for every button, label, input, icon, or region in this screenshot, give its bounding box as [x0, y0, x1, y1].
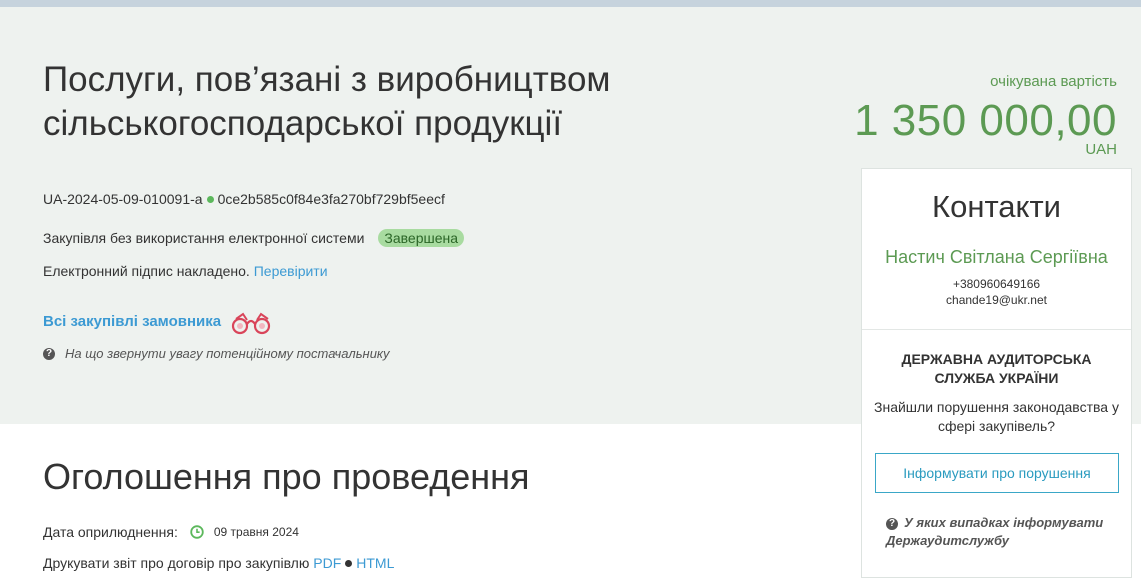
all-purchases-link[interactable]: Всі закупівлі замовника	[43, 313, 221, 330]
binoculars-icon[interactable]	[230, 311, 274, 335]
verify-signature-link[interactable]: Перевірити	[254, 263, 328, 279]
print-html-link[interactable]: HTML	[356, 555, 394, 571]
tender-id: UA-2024-05-09-010091-a	[43, 191, 203, 207]
tender-hash: 0ce2b585c0f84e3fa270bf729bf5eecf	[217, 191, 445, 207]
question-icon: ?	[886, 517, 898, 530]
signature-line: Електронний підпис накладено. Перевірити	[43, 263, 328, 279]
supplier-hint-text: На що звернути увагу потенційному постач…	[65, 346, 390, 361]
separator-dot-icon	[345, 560, 353, 568]
procedure-type: Закупівля без використання електронної с…	[43, 230, 365, 246]
publication-date: Дата оприлюднення: 09 травня 2024	[43, 524, 299, 540]
contact-name: Настич Світлана Сергіївна	[885, 247, 1108, 267]
clock-icon	[190, 525, 204, 539]
contact-phone: +380960649166	[952, 277, 1041, 291]
supplier-hint[interactable]: ? На що звернути увагу потенційному пост…	[43, 346, 390, 361]
audit-question: Знайшли порушення законодавства у сфері …	[874, 399, 1119, 434]
expected-cost-currency: UAH	[1085, 141, 1117, 158]
tender-id-line: UA-2024-05-09-010091-a 0ce2b585c0f84e3fa2…	[43, 191, 445, 207]
report-violation-button[interactable]: Інформувати про порушення	[875, 453, 1119, 493]
contacts-title: Контакти	[932, 189, 1061, 224]
page-title: Послуги, пов’язані з виробництвом сільсь…	[43, 60, 611, 143]
audit-hint-text: У яких випадках інформувати Держаудитслу…	[886, 515, 1104, 548]
print-report-line: Друкувати звіт про договір про закупівлю…	[43, 555, 394, 571]
top-bar	[0, 0, 1141, 7]
contact-email: chande19@ukr.net	[946, 293, 1047, 307]
announcement-title: Оголошення про проведення	[43, 456, 530, 497]
question-icon: ?	[43, 347, 55, 360]
panel-divider	[862, 329, 1131, 330]
print-report-text: Друкувати звіт про договір про закупівлю	[43, 555, 310, 571]
contacts-panel: Контакти Настич Світлана Сергіївна +3809…	[861, 168, 1132, 578]
expected-cost-value: 1 350 000,00	[854, 96, 1117, 145]
procedure-line: Закупівля без використання електронної с…	[43, 229, 465, 247]
separator-dot-icon	[206, 196, 214, 204]
audit-hint[interactable]: ? У яких випадках інформувати Держаудитсл…	[886, 514, 1116, 550]
status-badge: Завершена	[378, 229, 465, 247]
signature-text: Електронний підпис накладено.	[43, 263, 250, 279]
print-pdf-link[interactable]: PDF	[313, 555, 341, 571]
publication-date-label: Дата оприлюднення:	[43, 524, 178, 540]
audit-service-title: ДЕРЖАВНА АУДИТОРСЬКА СЛУЖБА УКРАЇНИ	[901, 351, 1092, 386]
publication-date-value: 09 травня 2024	[213, 525, 299, 539]
expected-cost-label: очікувана вартість	[990, 73, 1117, 90]
